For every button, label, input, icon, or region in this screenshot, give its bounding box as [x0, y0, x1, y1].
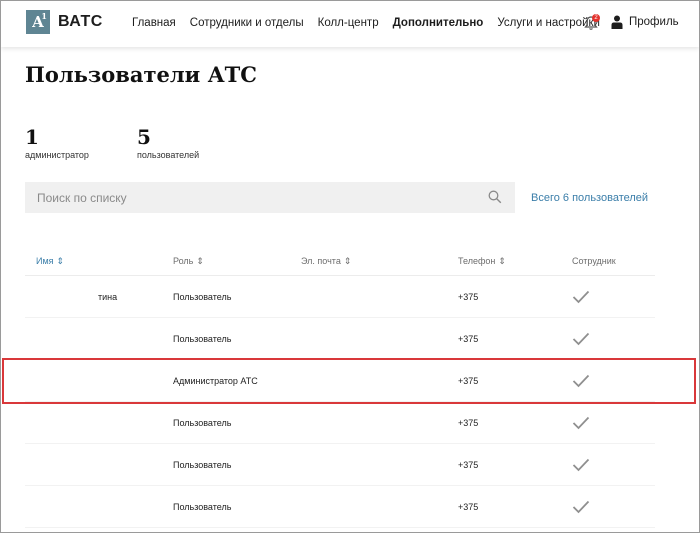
- user-icon: [611, 15, 623, 29]
- table-row[interactable]: Пользователь +375: [25, 402, 655, 444]
- logo-mark-sup: 1: [41, 11, 47, 21]
- cell-name: тина: [98, 292, 118, 302]
- app-logo[interactable]: A1 ВАТС: [26, 10, 103, 34]
- col-header-email[interactable]: Эл. почта ⇕: [301, 256, 351, 267]
- a1-logo-icon: A1: [26, 10, 50, 34]
- cell-phone: +375: [458, 292, 479, 302]
- table-row[interactable]: Пользователь +375: [25, 444, 655, 486]
- check-icon: [572, 500, 590, 514]
- cell-phone: +375: [458, 334, 479, 344]
- stat-users-label: пользователей: [137, 150, 200, 160]
- notification-badge: 2: [592, 14, 600, 22]
- page-title: Пользователи АТС: [25, 62, 258, 87]
- col-header-name-label: Имя: [36, 256, 54, 266]
- table-row[interactable]: Пользователь +375: [25, 486, 655, 528]
- app-name: ВАТС: [58, 13, 103, 30]
- stat-admins: 1 администратор: [25, 126, 89, 160]
- check-icon: [572, 332, 590, 346]
- stat-users: 5 пользователей: [137, 126, 199, 160]
- col-header-role[interactable]: Роль ⇕: [173, 256, 204, 267]
- search-icon[interactable]: [488, 190, 502, 204]
- cell-phone: +375: [458, 502, 479, 512]
- col-header-phone[interactable]: Телефон ⇕: [458, 256, 506, 267]
- cell-phone: +375: [458, 376, 479, 386]
- total-users-link[interactable]: Всего 6 пользователей: [531, 192, 648, 204]
- table-row[interactable]: Администратор АТС +375: [25, 360, 655, 402]
- search-input[interactable]: [25, 182, 515, 213]
- check-icon: [572, 458, 590, 472]
- cell-role: Администратор АТС: [173, 376, 258, 386]
- stat-admins-label: администратор: [25, 150, 89, 160]
- cell-role: Пользователь: [173, 460, 232, 470]
- cell-phone: +375: [458, 460, 479, 470]
- cell-role: Пользователь: [173, 502, 232, 512]
- profile-menu[interactable]: Профиль: [611, 15, 679, 29]
- cell-phone: +375: [458, 418, 479, 428]
- col-header-email-label: Эл. почта: [301, 256, 341, 266]
- sort-icon: ⇕: [196, 256, 204, 266]
- stat-admins-value: 1: [25, 125, 39, 149]
- sort-icon: ⇕: [498, 256, 506, 266]
- nav-item-additional[interactable]: Дополнительно: [393, 17, 484, 29]
- col-header-phone-label: Телефон: [458, 256, 496, 266]
- cell-role: Пользователь: [173, 292, 232, 302]
- stat-users-value: 5: [137, 125, 151, 149]
- cell-role: Пользователь: [173, 418, 232, 428]
- main-nav: Главная Сотрудники и отделы Колл-центр Д…: [132, 17, 614, 29]
- sort-icon: ⇕: [343, 256, 352, 266]
- sort-icon: ⇕: [56, 256, 65, 266]
- table-row[interactable]: тина Пользователь +375: [25, 276, 655, 318]
- col-header-employee-label: Сотрудник: [572, 256, 616, 266]
- col-header-employee: Сотрудник: [572, 256, 616, 266]
- table-row[interactable]: Пользователь +375: [25, 318, 655, 360]
- nav-item-employees[interactable]: Сотрудники и отделы: [190, 17, 304, 29]
- nav-item-home[interactable]: Главная: [132, 17, 176, 29]
- col-header-name[interactable]: Имя ⇕: [36, 256, 64, 267]
- check-icon: [572, 374, 590, 388]
- profile-label: Профиль: [629, 16, 679, 28]
- check-icon: [572, 290, 590, 304]
- cell-role: Пользователь: [173, 334, 232, 344]
- nav-item-call-center[interactable]: Колл-центр: [318, 17, 379, 29]
- col-header-role-label: Роль: [173, 256, 194, 266]
- check-icon: [572, 416, 590, 430]
